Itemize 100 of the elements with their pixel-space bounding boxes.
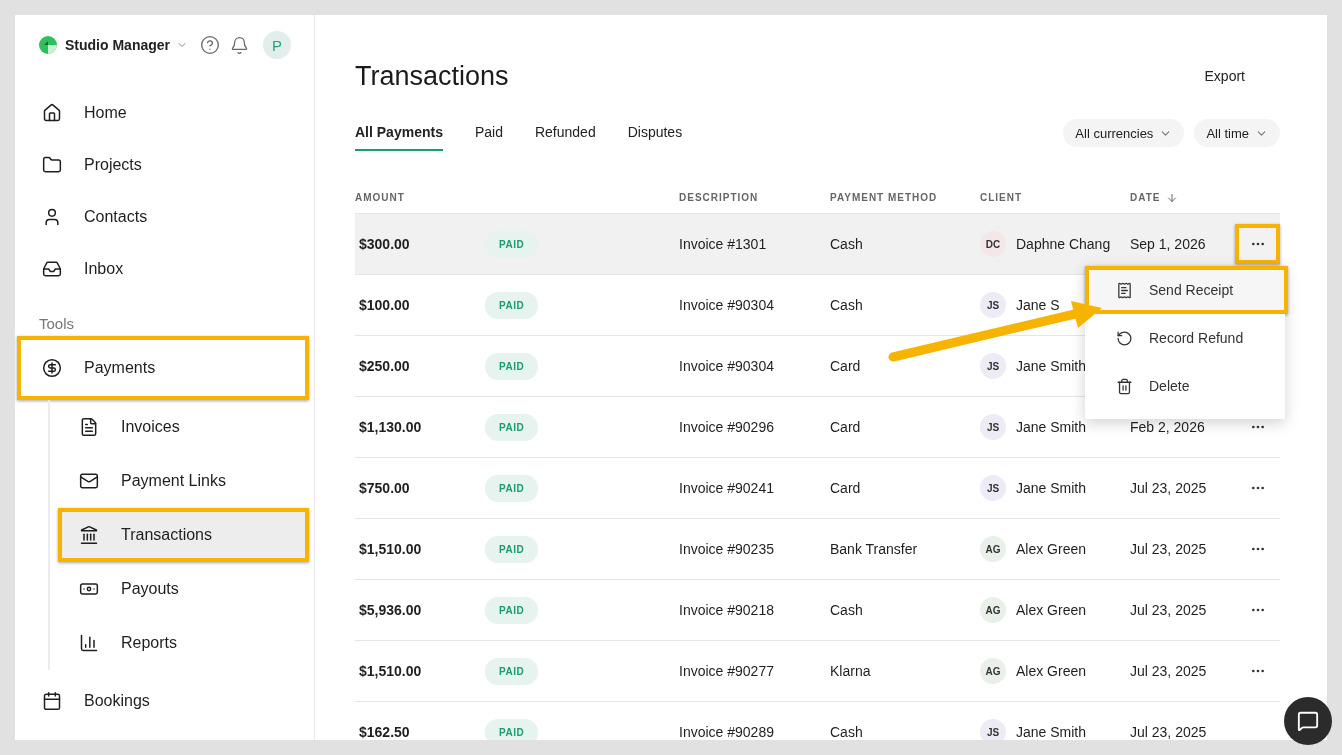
column-header[interactable]: DESCRIPTION bbox=[679, 192, 830, 203]
method-cell-text: Cash bbox=[830, 297, 864, 313]
column-header[interactable]: CLIENT bbox=[980, 192, 1130, 203]
folder-icon bbox=[42, 155, 62, 175]
client-name: Alex Green bbox=[1016, 541, 1087, 557]
nav-item[interactable]: Payments bbox=[17, 336, 309, 400]
logo-icon bbox=[39, 36, 57, 54]
date-cell-text: Jul 23, 2025 bbox=[1130, 724, 1208, 740]
person-icon bbox=[42, 207, 62, 227]
trash-icon bbox=[1116, 377, 1133, 395]
client-name: Daphne Chang bbox=[1016, 236, 1111, 252]
method-cell-text: Card bbox=[830, 358, 862, 374]
method-cell-text: Bank Transfer bbox=[830, 541, 919, 557]
chat-bubble-icon bbox=[1297, 710, 1319, 732]
help-button[interactable] bbox=[200, 35, 220, 55]
status-badge: PAID bbox=[485, 230, 539, 258]
status-badge: PAID bbox=[485, 413, 539, 441]
status-badge: PAID bbox=[485, 596, 539, 624]
method-cell-text: Card bbox=[830, 480, 862, 496]
description-cell-text: Invoice #90241 bbox=[679, 480, 775, 496]
date-cell-text: Jul 23, 2025 bbox=[1130, 480, 1208, 496]
client-name: Jane S bbox=[1016, 297, 1060, 313]
description-cell-text: Invoice #90235 bbox=[679, 541, 775, 557]
client-avatar: JS bbox=[980, 292, 1006, 318]
nav-subitem[interactable]: Reports bbox=[58, 616, 309, 670]
receipt-icon bbox=[1116, 281, 1133, 299]
more-button[interactable] bbox=[1235, 224, 1280, 264]
description-cell-text: Invoice #90304 bbox=[679, 297, 775, 313]
description-cell-text: Invoice #90289 bbox=[679, 724, 775, 740]
nav-item[interactable]: Bookings bbox=[17, 670, 309, 732]
nav-item[interactable]: Inbox bbox=[17, 243, 309, 295]
description-cell-text: Invoice #90277 bbox=[679, 663, 775, 679]
method-cell-text: Card bbox=[830, 419, 862, 435]
bank-icon bbox=[79, 525, 99, 545]
page-title: Transactions bbox=[355, 60, 509, 93]
method-cell-text: Cash bbox=[830, 236, 864, 252]
column-header[interactable]: PAYMENT METHOD bbox=[830, 192, 980, 203]
date-cell-text: Jul 23, 2025 bbox=[1130, 663, 1208, 679]
amount-cell-text: $750.00 bbox=[358, 480, 411, 496]
tab[interactable]: Refunded bbox=[534, 115, 596, 151]
method-cell-text: Cash bbox=[830, 724, 864, 740]
tab[interactable]: Disputes bbox=[627, 115, 683, 151]
client-avatar: JS bbox=[980, 353, 1006, 379]
amount-cell-text: $250.00 bbox=[358, 358, 411, 374]
date-cell-text: Sep 1, 2026 bbox=[1130, 236, 1207, 252]
column-header[interactable]: AMOUNT bbox=[355, 192, 485, 203]
tab[interactable]: All Payments bbox=[355, 115, 443, 151]
table-row[interactable]: $300.00 PAID Invoice #1301 Cash DC Daphne Chang Sep 1, 2026 bbox=[355, 214, 1280, 275]
nav-item[interactable]: Home bbox=[17, 87, 309, 139]
amount-cell-text: $1,130.00 bbox=[358, 419, 423, 435]
status-badge: PAID bbox=[485, 352, 539, 380]
section-label: Tools bbox=[38, 314, 76, 334]
calendar-icon bbox=[42, 691, 62, 711]
client-avatar: JS bbox=[980, 475, 1006, 501]
client-avatar: AG bbox=[980, 597, 1006, 623]
client-avatar: DC bbox=[980, 231, 1006, 257]
nav-subitem[interactable]: Payouts bbox=[58, 562, 309, 616]
amount-cell-text: $1,510.00 bbox=[358, 541, 423, 557]
description-cell-text: Invoice #90218 bbox=[679, 602, 775, 618]
client-name: Alex Green bbox=[1016, 663, 1087, 679]
status-badge: PAID bbox=[485, 291, 539, 319]
client-avatar: JS bbox=[980, 719, 1006, 740]
description-cell-text: Invoice #1301 bbox=[679, 236, 768, 252]
tab[interactable]: Paid bbox=[474, 115, 503, 151]
client-name: Alex Green bbox=[1016, 602, 1087, 618]
column-header[interactable]: DATE bbox=[1130, 191, 1235, 204]
client-avatar: AG bbox=[980, 658, 1006, 684]
client-name: Jane Smith bbox=[1016, 724, 1087, 740]
amount-cell-text: $100.00 bbox=[358, 297, 411, 313]
dollar-circle-icon bbox=[42, 358, 62, 378]
status-badge: PAID bbox=[485, 474, 539, 502]
workspace-switcher[interactable]: Studio Manager bbox=[65, 37, 188, 53]
client-name: Jane Smith bbox=[1016, 358, 1087, 374]
export-button[interactable]: Export bbox=[1198, 67, 1251, 85]
amount-cell-text: $1,510.00 bbox=[358, 663, 423, 679]
amount-cell-text: $300.00 bbox=[358, 236, 411, 252]
nav-item[interactable]: Projects bbox=[17, 139, 309, 191]
sort-arrow-icon bbox=[1166, 191, 1179, 204]
notifications-button[interactable] bbox=[230, 35, 249, 55]
document-icon bbox=[79, 417, 99, 437]
house-icon bbox=[42, 103, 62, 123]
status-badge: PAID bbox=[485, 535, 539, 563]
nav-subitem[interactable]: Invoices bbox=[58, 400, 309, 454]
description-cell-text: Invoice #90304 bbox=[679, 358, 775, 374]
bar-chart-icon bbox=[79, 633, 99, 653]
menu-item[interactable]: Send Receipt bbox=[1085, 266, 1288, 314]
client-name: Jane Smith bbox=[1016, 419, 1087, 435]
filter-dropdown[interactable]: All time bbox=[1194, 119, 1280, 147]
client-avatar: AG bbox=[980, 536, 1006, 562]
filter-dropdown[interactable]: All currencies bbox=[1063, 119, 1185, 147]
method-cell-text: Cash bbox=[830, 602, 864, 618]
nav-subitem[interactable]: Payment Links bbox=[58, 454, 309, 508]
nav-item[interactable]: Contacts bbox=[17, 191, 309, 243]
nav-subitem[interactable]: Transactions bbox=[58, 508, 309, 562]
menu-item[interactable]: Record Refund bbox=[1085, 314, 1285, 362]
menu-item[interactable]: Delete bbox=[1085, 362, 1285, 410]
amount-cell-text: $162.50 bbox=[358, 724, 411, 740]
status-badge: PAID bbox=[485, 718, 539, 740]
inbox-icon bbox=[42, 259, 62, 279]
date-cell-text: Jul 23, 2025 bbox=[1130, 602, 1208, 618]
